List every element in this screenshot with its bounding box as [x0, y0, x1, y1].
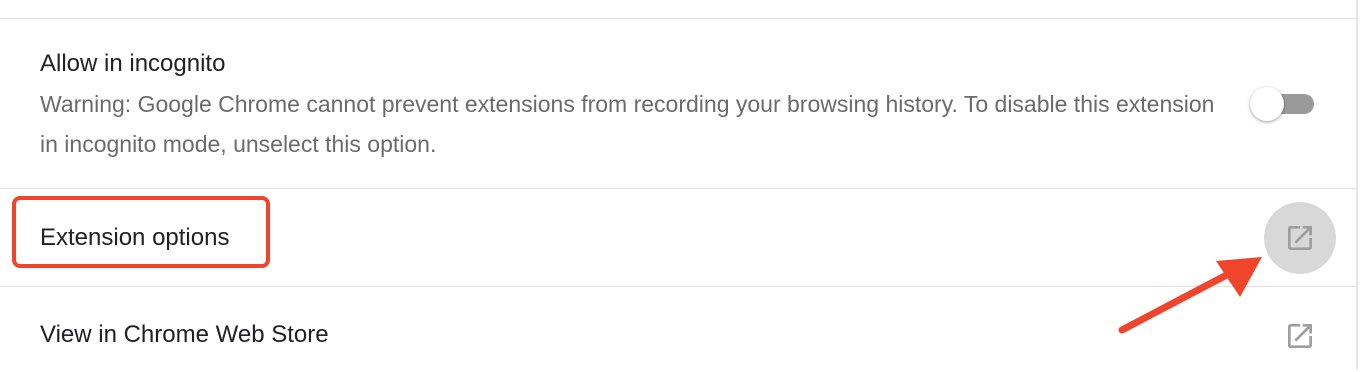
webstore-label: View in Chrome Web Store	[40, 321, 329, 348]
toggle-knob	[1250, 87, 1284, 121]
annotation-arrow-icon	[1118, 257, 1262, 334]
annotation-highlight-box	[12, 196, 270, 268]
incognito-title: Allow in incognito	[40, 50, 226, 77]
extension-options-open-button[interactable]	[1264, 202, 1336, 274]
divider-top	[0, 18, 1356, 19]
incognito-toggle[interactable]	[1248, 86, 1316, 122]
webstore-open-button[interactable]	[1264, 300, 1336, 372]
open-in-new-icon	[1288, 324, 1312, 348]
incognito-warning-text: Warning: Google Chrome cannot prevent ex…	[40, 91, 1215, 157]
divider-incognito	[0, 188, 1356, 189]
open-in-new-icon	[1288, 226, 1312, 250]
